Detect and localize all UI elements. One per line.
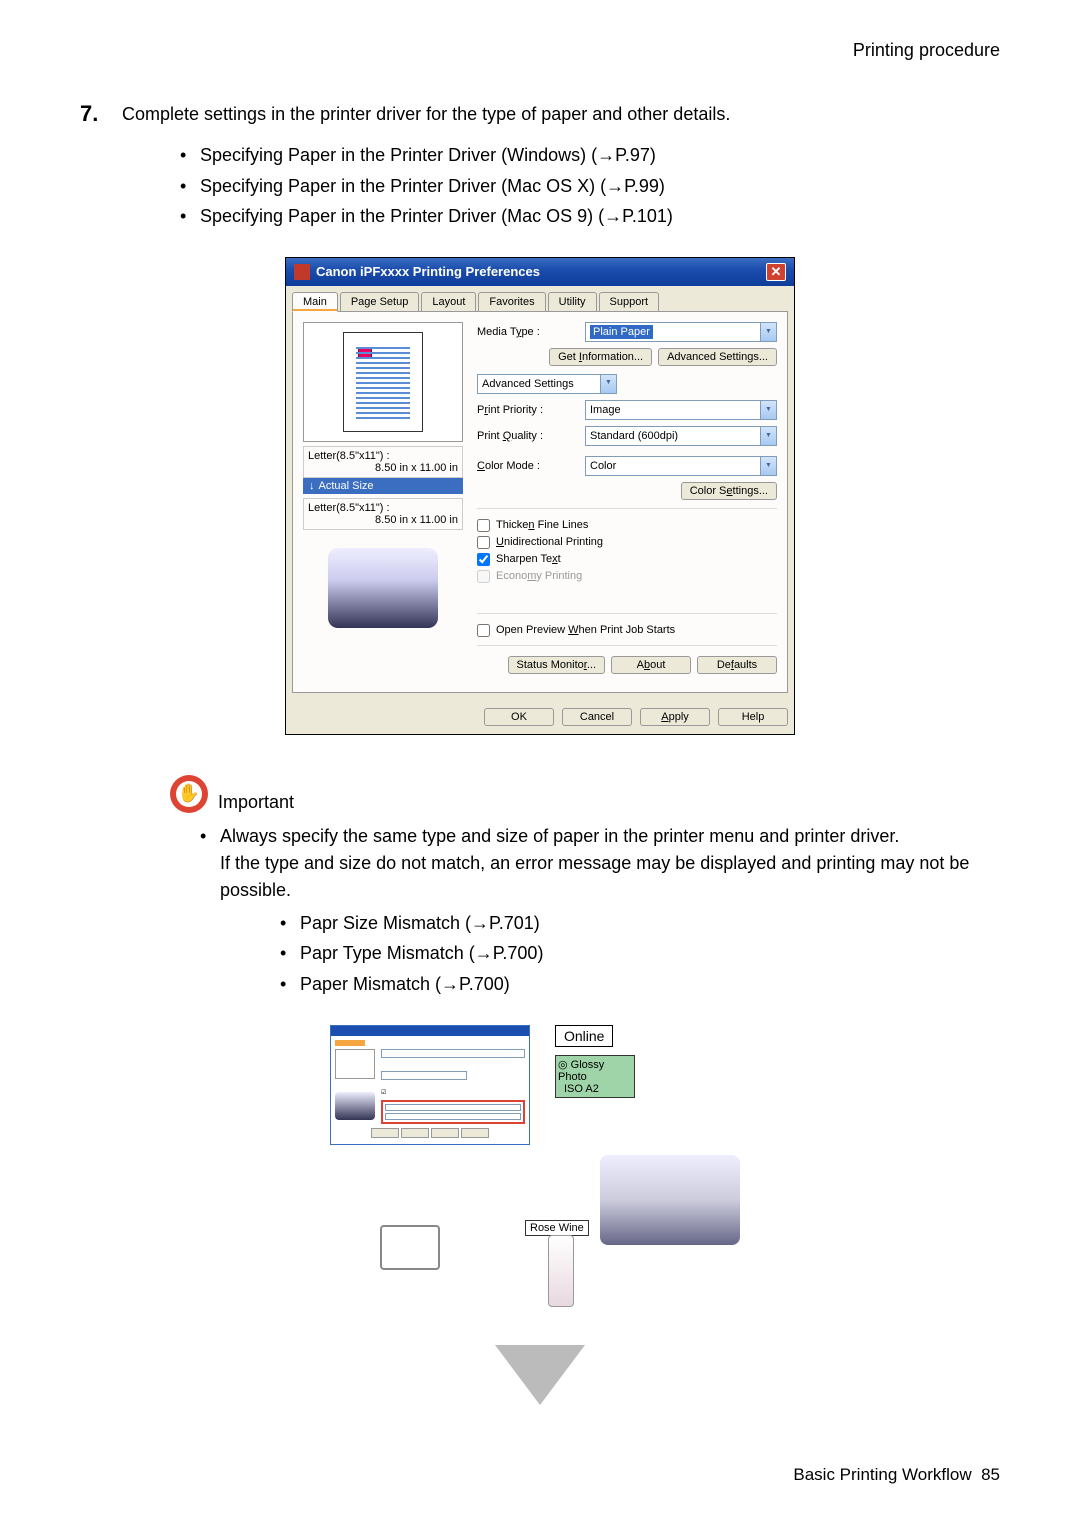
wine-bottle-icon bbox=[540, 1235, 580, 1315]
paper-size-dim-2: 8.50 in x 11.00 in bbox=[308, 514, 458, 526]
paper-size-label-2: Letter(8.5"x11") : bbox=[308, 502, 458, 514]
paper-size-label: Letter(8.5"x11") : bbox=[308, 450, 458, 462]
page-preview bbox=[303, 322, 463, 442]
down-arrow-icon: ↓ bbox=[309, 480, 315, 492]
preferences-dialog: Canon iPFxxxx Printing Preferences ✕ Mai… bbox=[285, 257, 795, 735]
chevron-down-icon[interactable] bbox=[760, 401, 776, 419]
chevron-down-icon[interactable] bbox=[600, 375, 616, 393]
help-button[interactable]: Help bbox=[718, 708, 788, 726]
dialog-tabs: Main Page Setup Layout Favorites Utility… bbox=[286, 286, 794, 312]
media-type-label: Media Type : bbox=[477, 326, 577, 338]
print-quality-select[interactable]: Standard (600dpi) bbox=[585, 426, 777, 446]
paper-size-dim: 8.50 in x 11.00 in bbox=[308, 462, 458, 474]
print-quality-label: Print Quality : bbox=[477, 430, 577, 442]
tab-support[interactable]: Support bbox=[599, 292, 660, 312]
arrow-down-icon bbox=[495, 1345, 585, 1405]
ok-button[interactable]: OK bbox=[484, 708, 554, 726]
sharpen-checkbox[interactable]: Sharpen Text bbox=[477, 553, 777, 566]
advanced-settings-button[interactable]: Advanced Settings... bbox=[658, 348, 777, 366]
mini-dialog: ☑ bbox=[330, 1025, 530, 1145]
printer-lcd: ◎ Glossy Photo ISO A2 bbox=[555, 1055, 635, 1098]
workflow-diagram: ☑ Online ◎ Glossy Photo ISO A2 bbox=[330, 1025, 750, 1405]
large-printer-icon bbox=[600, 1155, 740, 1245]
print-priority-select[interactable]: Image bbox=[585, 400, 777, 420]
get-information-button[interactable]: Get Information... bbox=[549, 348, 652, 366]
page-header: Printing procedure bbox=[80, 40, 1000, 61]
chevron-down-icon[interactable] bbox=[760, 427, 776, 445]
chevron-down-icon[interactable] bbox=[760, 457, 776, 475]
important-bullet: Paper Mismatch (→P.700) bbox=[280, 969, 1000, 1000]
dialog-title: Canon iPFxxxx Printing Preferences bbox=[316, 264, 540, 279]
unidirectional-checkbox[interactable]: Unidirectional Printing bbox=[477, 536, 777, 549]
close-button[interactable]: ✕ bbox=[766, 263, 786, 281]
media-type-select[interactable]: Plain Paper bbox=[585, 322, 777, 342]
cancel-button[interactable]: Cancel bbox=[562, 708, 632, 726]
about-button[interactable]: About bbox=[611, 656, 691, 674]
chevron-down-icon[interactable] bbox=[760, 323, 776, 341]
color-mode-select[interactable]: Color bbox=[585, 456, 777, 476]
bullet-item: Specifying Paper in the Printer Driver (… bbox=[180, 201, 1000, 232]
color-settings-button[interactable]: Color Settings... bbox=[681, 482, 777, 500]
tab-favorites[interactable]: Favorites bbox=[478, 292, 545, 312]
tab-main[interactable]: Main bbox=[292, 292, 338, 312]
step-text: Complete settings in the printer driver … bbox=[122, 101, 730, 128]
mode-select[interactable]: Advanced Settings bbox=[477, 374, 617, 394]
important-label: Important bbox=[218, 792, 294, 813]
tab-page-setup[interactable]: Page Setup bbox=[340, 292, 420, 312]
apply-button[interactable]: Apply bbox=[640, 708, 710, 726]
important-bullet: Papr Size Mismatch (→P.701) bbox=[280, 908, 1000, 939]
open-preview-checkbox[interactable]: Open Preview When Print Job Starts bbox=[477, 624, 777, 637]
bullet-item: Specifying Paper in the Printer Driver (… bbox=[180, 140, 1000, 171]
status-monitor-button[interactable]: Status Monitor... bbox=[508, 656, 606, 674]
dialog-titlebar: Canon iPFxxxx Printing Preferences ✕ bbox=[286, 258, 794, 286]
step-number: 7. bbox=[80, 101, 110, 128]
printer-preview bbox=[303, 536, 463, 641]
tab-utility[interactable]: Utility bbox=[548, 292, 597, 312]
pc-icon bbox=[380, 1225, 480, 1305]
bullet-item: Specifying Paper in the Printer Driver (… bbox=[180, 171, 1000, 202]
color-mode-label: Color Mode : bbox=[477, 460, 577, 472]
thicken-checkbox[interactable]: Thicken Fine Lines bbox=[477, 519, 777, 532]
important-bullet: Papr Type Mismatch (→P.700) bbox=[280, 938, 1000, 969]
actual-size-bar: ↓ Actual Size bbox=[303, 478, 463, 494]
callout-rose-wine: Rose Wine bbox=[525, 1220, 589, 1236]
app-icon bbox=[294, 264, 310, 280]
important-icon bbox=[170, 775, 208, 813]
page-footer: Basic Printing Workflow 85 bbox=[80, 1465, 1000, 1485]
defaults-button[interactable]: Defaults bbox=[697, 656, 777, 674]
economy-checkbox: Economy Printing bbox=[477, 570, 777, 583]
important-body: Always specify the same type and size of… bbox=[200, 823, 1000, 1000]
tab-layout[interactable]: Layout bbox=[421, 292, 476, 312]
step-bullets: Specifying Paper in the Printer Driver (… bbox=[180, 140, 1000, 232]
callout-online: Online bbox=[555, 1025, 613, 1047]
print-priority-label: Print Priority : bbox=[477, 404, 577, 416]
